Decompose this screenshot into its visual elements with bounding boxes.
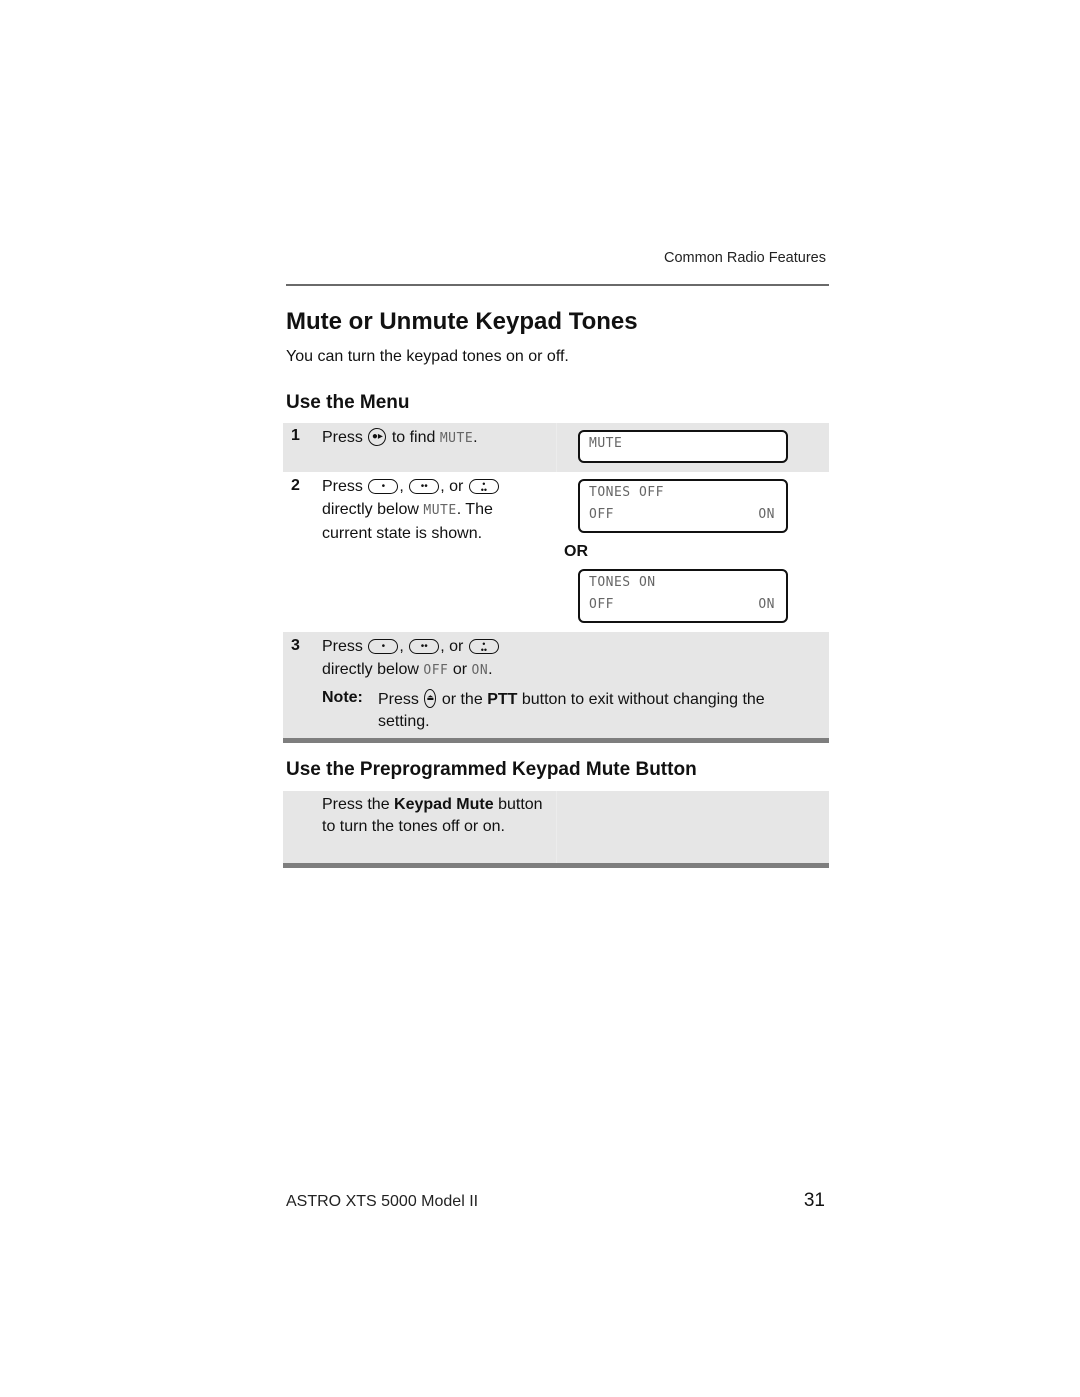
footer-model: ASTRO XTS 5000 Model II (286, 1193, 479, 1210)
text: Press the (322, 796, 390, 813)
step-3-text: Press •, ••, or • •• directly below OFF o… (322, 635, 500, 682)
display-line-1: TONES OFF (589, 485, 664, 500)
intro-text: You can turn the keypad tones on or off. (286, 348, 569, 365)
softkey-one-dot-icon: • (368, 639, 399, 654)
display-softkey-right: ON (758, 507, 775, 522)
text: button to exit without changing the sett… (378, 691, 765, 730)
display-line-1: MUTE (589, 436, 623, 451)
home-key-icon: ⏏ (424, 689, 437, 708)
lcd-word-mute: MUTE (439, 431, 474, 446)
separator: , (399, 478, 404, 495)
text: directly below (322, 661, 419, 678)
header-rule (286, 284, 829, 286)
step-number: 1 (291, 427, 300, 444)
press-word: Press (322, 478, 363, 495)
display-line-2: OFF ON (589, 507, 775, 522)
ptt-label: PTT (487, 691, 518, 708)
press-word: Press (378, 691, 419, 708)
page-title: Mute or Unmute Keypad Tones (286, 308, 638, 335)
section-heading-menu: Use the Menu (286, 392, 410, 413)
note-text: Press ⏏ or the PTT button to exit withou… (378, 689, 818, 733)
softkey-two-dot-icon: •• (409, 639, 440, 654)
radio-display-mute: MUTE (578, 430, 788, 463)
lcd-word-mute: MUTE (423, 503, 457, 518)
display-softkey-left: OFF (589, 507, 614, 522)
press-word: Press (322, 429, 363, 446)
step-2-line-2: directly below MUTE. The (322, 498, 500, 522)
radio-display-tones-off: TONES OFF OFF ON (578, 479, 788, 533)
text: or (452, 661, 468, 678)
keypad-mute-label: Keypad Mute (394, 796, 494, 813)
period: . (488, 661, 493, 678)
display-line-2: OFF ON (589, 597, 775, 612)
or-label: OR (564, 543, 588, 560)
display-softkey-left: OFF (589, 597, 614, 612)
text: . The (456, 501, 493, 518)
step-2-line-1: Press •, ••, or • •• (322, 475, 500, 498)
step-3-line-2: directly below OFF or ON. (322, 658, 500, 682)
step-number: 2 (291, 477, 300, 494)
manual-page: Common Radio Features Mute or Unmute Key… (0, 0, 1080, 1397)
separator: , or (440, 478, 464, 495)
note-label: Note: (322, 689, 363, 706)
separator: , or (440, 638, 464, 655)
section-end-rule (283, 863, 829, 868)
lcd-word-off: OFF (423, 663, 449, 678)
step-3-line-1: Press •, ••, or • •• (322, 635, 500, 658)
softkey-three-dot-icon: • •• (468, 639, 499, 655)
navigation-right-key-icon: ●▸ (368, 428, 387, 446)
softkey-two-dot-icon: •• (409, 479, 440, 494)
step-2-text: Press •, ••, or • •• directly below MUTE.… (322, 475, 500, 545)
display-softkey-right: ON (758, 597, 775, 612)
page-number: 31 (803, 1190, 825, 1211)
period: . (473, 429, 478, 446)
step-1-after-icon: to find (391, 429, 436, 446)
button-instruction: Press the Keypad Mute button to turn the… (322, 794, 557, 837)
lcd-word-on: ON (471, 663, 489, 678)
radio-display-tones-on: TONES ON OFF ON (578, 569, 788, 623)
step-2-line-3: current state is shown. (322, 525, 483, 542)
press-word: Press (322, 638, 363, 655)
softkey-three-dot-icon: • •• (468, 479, 499, 495)
display-line-1: TONES ON (589, 575, 656, 590)
text: directly below (322, 501, 419, 518)
section-heading-button: Use the Preprogrammed Keypad Mute Button (286, 759, 697, 780)
softkey-one-dot-icon: • (368, 479, 399, 494)
text: or the (441, 691, 483, 708)
running-head: Common Radio Features (664, 250, 826, 266)
step-number: 3 (291, 637, 300, 654)
step-1-text: Press ●▸ to find MUTE. (322, 426, 478, 450)
separator: , (399, 638, 404, 655)
column-divider (556, 423, 557, 472)
section-end-rule (283, 738, 829, 743)
